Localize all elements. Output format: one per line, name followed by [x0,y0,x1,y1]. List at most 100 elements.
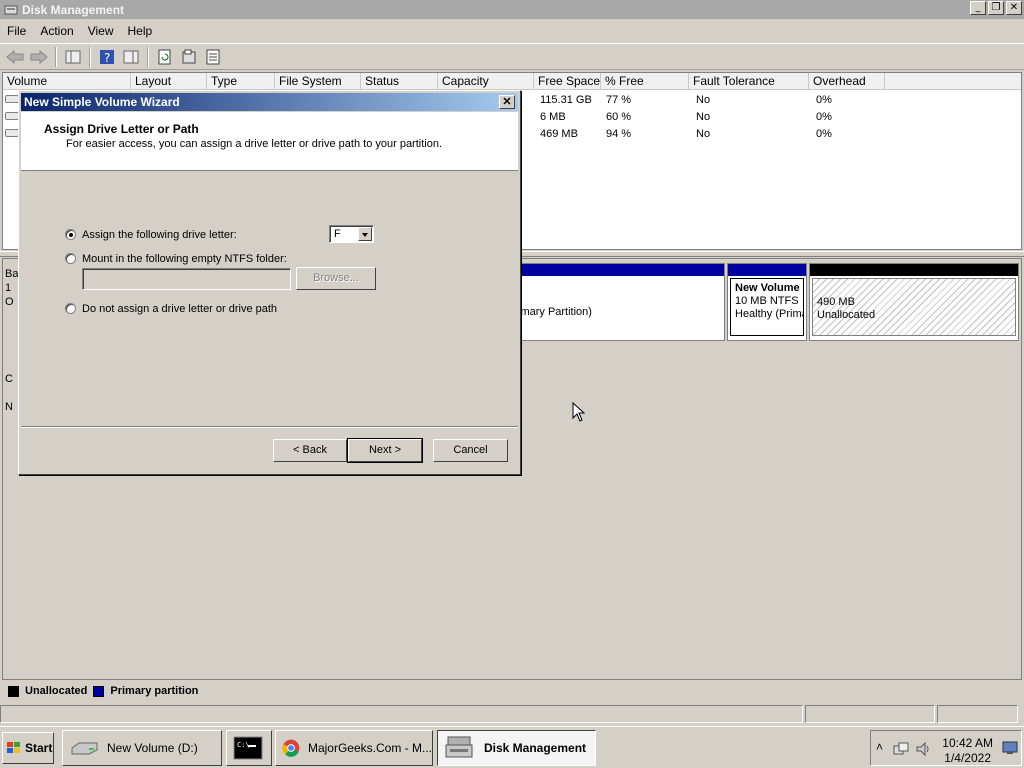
status-pane [0,705,803,723]
disk0-label-line: O [5,296,14,308]
menu-file[interactable]: File [0,24,33,38]
taskbar-item-chrome[interactable]: MajorGeeks.Com - M... [275,730,433,766]
column-header-status[interactable]: Status [361,73,438,90]
column-header-type[interactable]: Type [207,73,275,90]
disk0-label-line: Ba [5,268,19,280]
back-button[interactable]: < Back [273,439,347,462]
radio-no-assign[interactable] [65,303,76,314]
ntfs-folder-path-input[interactable] [82,268,291,290]
column-header-layout[interactable]: Layout [131,73,207,90]
volume-list-header: Volume Layout Type File System Status Ca… [3,73,1021,90]
task-label: Disk Management [484,741,587,755]
toolbar-separator [89,46,91,67]
minimize-button[interactable]: _ [970,1,986,15]
disk-management-app-icon [4,5,18,14]
network-icon[interactable] [893,741,909,757]
legend-primary-label: Primary partition [110,685,199,697]
drive-icon [71,742,98,755]
dialog-heading: Assign Drive Letter or Path [44,122,199,136]
partition-new-volume-bar [728,264,806,276]
menu-bar: File Action View Help [0,21,1024,41]
partition-status: Healthy (Prima [735,308,804,320]
volume-overhead: 0% [816,128,832,140]
radio-mount-folder[interactable] [65,253,76,264]
column-header-pct-free[interactable]: % Free [601,73,689,90]
partition-name: New Volume [735,282,800,294]
show-hide-tree-icon[interactable] [62,46,84,68]
help-icon[interactable]: ? [96,46,118,68]
drive-letter-select[interactable]: F [329,225,374,243]
toolbar-separator [55,46,57,67]
taskbar-item-command-prompt[interactable]: C:\ [226,730,272,766]
menu-view[interactable]: View [81,24,121,38]
task-label: New Volume (D:) [107,741,198,755]
dialog-close-button[interactable]: ✕ [499,95,515,109]
column-header-overhead[interactable]: Overhead [809,73,885,90]
menu-action[interactable]: Action [33,24,80,38]
restore-button[interactable]: ❐ [988,1,1004,15]
taskbar: Start New Volume (D:) C:\ MajorGeeks.Com… [0,726,1024,768]
back-arrow-icon[interactable] [4,46,26,68]
properties-pane-icon[interactable] [120,46,142,68]
windows-logo-icon [7,742,20,753]
legend-primary-swatch [93,685,105,697]
taskbar-item-new-volume[interactable]: New Volume (D:) [62,730,222,766]
start-button[interactable]: Start [2,732,54,764]
browse-button[interactable]: Browse... [296,267,376,290]
partition-primary-bar [514,264,724,276]
volume-free-space: 115.31 GB [540,94,592,106]
volume-speaker-icon[interactable] [915,741,933,757]
window-title: Disk Management [22,2,125,17]
system-clock[interactable]: 10:42 AM 1/4/2022 [942,736,993,766]
column-header-free-space[interactable]: Free Space [534,73,601,90]
disk1-label[interactable]: C N [5,365,13,421]
volume-fault-tolerance: No [696,111,711,123]
menu-help[interactable]: Help [121,24,160,38]
label-mount-folder[interactable]: Mount in the following empty NTFS folder… [82,253,287,265]
show-hidden-icons-icon[interactable]: ˄ [876,740,883,754]
volume-overhead: 0% [816,111,832,123]
forward-arrow-icon[interactable] [28,46,50,68]
clock-date: 1/4/2022 [944,751,991,765]
column-header-volume[interactable]: Volume [3,73,131,90]
radio-assign-letter[interactable] [65,229,76,240]
partition-unallocated[interactable]: 490 MB Unallocated [809,263,1019,341]
dialog-title: New Simple Volume Wizard [24,95,180,109]
cancel-button[interactable]: Cancel [433,439,508,462]
volume-fault-tolerance: No [696,94,711,106]
status-bar [0,705,1024,725]
show-desktop-icon[interactable] [1002,741,1018,755]
partition-size: 10 MB NTFS [735,295,799,307]
next-button[interactable]: Next > [347,438,423,463]
unallocated-size: 490 MB [817,296,855,308]
clock-time: 10:42 AM [942,736,993,750]
status-pane [937,705,1018,723]
unallocated-label: Unallocated [817,309,876,321]
column-header-fault-tolerance[interactable]: Fault Tolerance [689,73,809,90]
partition-unallocated-bar [810,264,1018,276]
chevron-down-icon[interactable] [358,227,372,241]
taskbar-item-disk-management[interactable]: Disk Management [437,730,596,766]
label-no-assign[interactable]: Do not assign a drive letter or drive pa… [82,303,277,315]
column-header-capacity[interactable]: Capacity [438,73,534,90]
volume-disk-icon [5,129,19,137]
new-simple-volume-wizard-dialog: New Simple Volume Wizard ✕ Assign Drive … [18,90,521,475]
window-title-bar[interactable]: Disk Management _ ❐ ✕ [0,0,1024,19]
dialog-title-bar[interactable]: New Simple Volume Wizard ✕ [21,93,518,111]
settings-list-icon[interactable] [202,46,224,68]
rescan-disks-icon[interactable] [178,46,200,68]
column-header-file-system[interactable]: File System [275,73,361,90]
disk0-label[interactable]: Ba 1 O [5,267,18,309]
volume-pct-free: 60 % [606,111,632,123]
partition-new-volume[interactable]: New Volume 10 MB NTFS Healthy (Prima [727,263,807,341]
close-window-button[interactable]: ✕ [1006,1,1022,15]
refresh-icon[interactable] [154,46,176,68]
drive-letter-value: F [334,228,341,240]
legend: Unallocated Primary partition [2,682,1022,700]
label-assign-letter[interactable]: Assign the following drive letter: [82,229,237,241]
partition-primary-status: imary Partition) [518,306,592,318]
volume-pct-free: 94 % [606,128,632,140]
svg-text:C:\: C:\ [237,741,250,749]
partition-primary[interactable]: imary Partition) [513,263,725,341]
disk0-label-line: 1 [5,282,12,294]
